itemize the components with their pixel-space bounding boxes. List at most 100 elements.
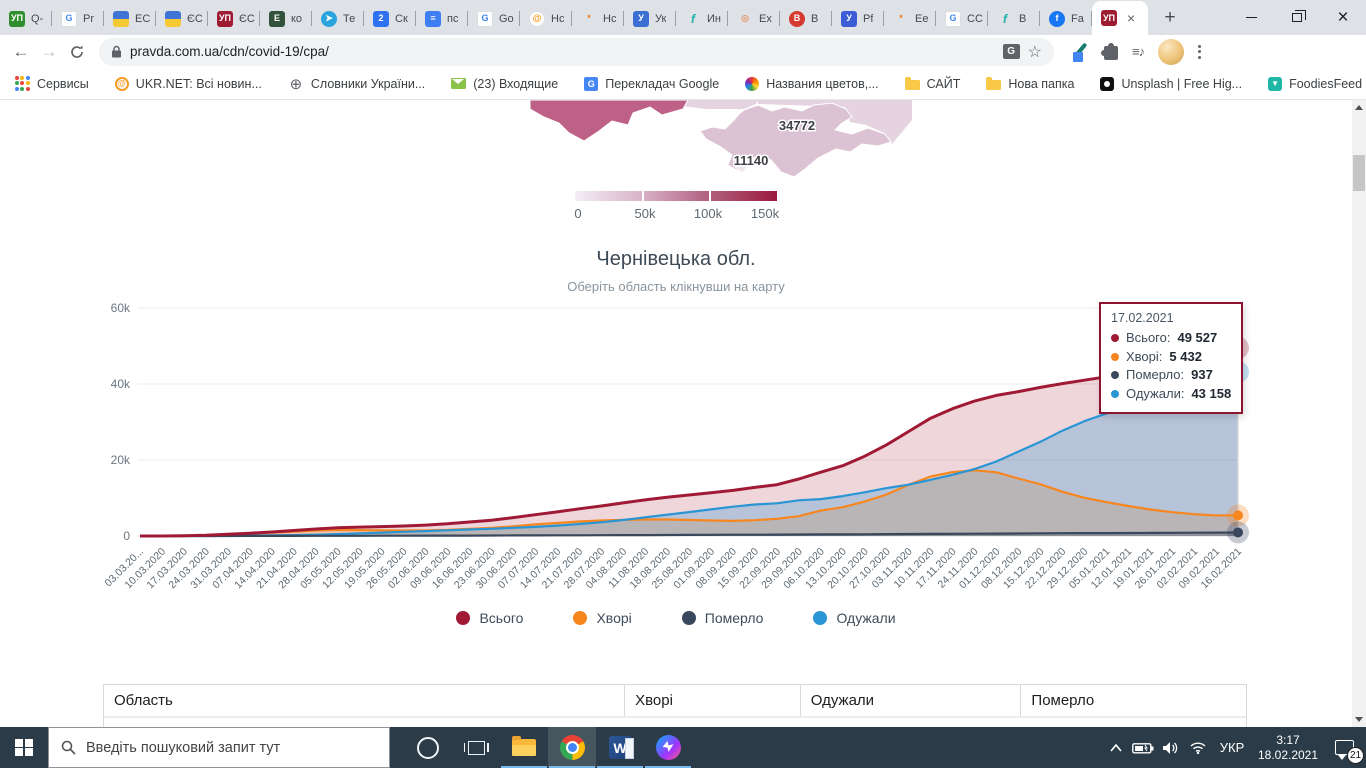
chart-legend: Всього Хворі Померло Одужали [0,610,1352,626]
browser-tab[interactable]: *Нс [572,2,624,35]
browser-tab[interactable]: ◎Ex [728,2,780,35]
tab-favicon-icon: B [789,11,805,27]
browser-menu-icon[interactable] [1198,45,1201,59]
network-button[interactable] [1185,727,1211,768]
messenger-icon [656,735,681,760]
browser-tab[interactable]: УПQ- [0,2,52,35]
map-region[interactable] [683,100,758,109]
bookmark-item[interactable]: ▼FoodiesFeed - Free... [1268,77,1366,91]
scroll-down-icon[interactable] [1355,717,1363,722]
back-button[interactable]: ← [7,42,35,62]
scrollbar[interactable] [1352,100,1366,727]
scrollbar-thumb[interactable] [1353,155,1365,191]
colorpicker-extension-icon[interactable] [1072,43,1090,61]
address-bar[interactable]: pravda.com.ua/cdn/covid-19/cpa/ G ☆ [99,38,1054,66]
tray-expand-button[interactable] [1103,727,1129,768]
browser-tab[interactable]: GGо [468,2,520,35]
browser-tab[interactable]: fВ [988,2,1040,35]
series-dot-icon [1111,390,1119,398]
tab-favicon-icon [113,11,129,27]
browser-tab[interactable]: УPf [832,2,884,35]
browser-tab[interactable]: @Нс [520,2,572,35]
battery-button[interactable] [1129,727,1157,768]
bookmark-item[interactable]: ⊕Словники України... [288,76,425,92]
chart-subtitle: Оберіть область клікнувши на карту [0,279,1352,294]
bookmark-item[interactable]: @UKR.NET: Всі новин... [115,77,262,91]
volume-button[interactable] [1157,727,1185,768]
map-color-scale [575,191,777,201]
y-axis-tick: 60k [111,301,131,315]
browser-tab[interactable]: 2Ск [364,2,416,35]
tooltip-row: Всього: 49 527 [1111,329,1231,348]
tooltip-label: Одужали: [1126,385,1184,404]
task-view-button[interactable] [452,727,500,768]
tab-title: Нс [603,13,616,25]
browser-tab[interactable]: GСС [936,2,988,35]
ukraine-map[interactable]: 34772 11140 [500,100,912,185]
bookmark-item[interactable]: САЙТ [905,77,961,91]
word-button[interactable]: W [596,727,644,768]
new-tab-button[interactable]: + [1156,4,1184,32]
legend-item[interactable]: Всього [456,610,523,626]
scale-tick: 150k [751,206,779,221]
browser-tab[interactable]: ЕС [104,2,156,35]
bookmark-label: Сервисы [37,77,89,91]
forward-button[interactable]: → [35,42,63,62]
browser-tab[interactable]: BВ [780,2,832,35]
bookmark-label: (23) Входящие [473,77,558,91]
bookmark-item[interactable]: GПерекладач Google [584,77,719,91]
media-queue-icon[interactable]: ≡♪ [1132,44,1144,59]
bookmark-item[interactable]: Нова папка [986,77,1074,91]
legend-item[interactable]: Померло [682,610,764,626]
chart-title: Чернівецька обл. [0,248,1352,271]
legend-item[interactable]: Одужали [813,610,895,626]
tab-close-icon[interactable]: × [1127,10,1135,26]
scroll-up-icon[interactable] [1355,105,1363,110]
file-explorer-button[interactable] [500,727,548,768]
browser-tab[interactable]: ➤Те [312,2,364,35]
tab-favicon-icon: У [633,11,649,27]
tab-title: ЄС [239,13,255,25]
taskbar-clock[interactable]: 3:17 18.02.2021 [1253,727,1323,768]
browser-tab[interactable]: fИн [676,2,728,35]
messenger-button[interactable] [644,727,692,768]
profile-avatar[interactable] [1158,39,1184,65]
start-button[interactable] [0,727,48,768]
browser-tab[interactable]: Eко [260,2,312,35]
browser-tab-active[interactable]: УП × [1092,1,1148,35]
extensions-puzzle-icon[interactable] [1104,46,1118,60]
tab-favicon-icon: f [685,11,701,27]
chrome-button[interactable] [548,727,596,768]
browser-tab[interactable]: *Ее [884,2,936,35]
bookmark-item[interactable]: Unsplash | Free Hig... [1100,77,1242,91]
tooltip-label: Всього: [1126,329,1170,348]
translate-icon[interactable]: G [1003,44,1020,59]
tab-title: В [1019,13,1026,25]
browser-tab[interactable]: GPr [52,2,104,35]
window-restore-button[interactable] [1274,0,1320,35]
window-minimize-button[interactable] [1228,0,1274,35]
tab-title: Ex [759,13,772,25]
browser-tab[interactable]: УПЄС [208,2,260,35]
notification-center-button[interactable]: 21 [1323,727,1366,768]
browser-tab[interactable]: fFa [1040,2,1092,35]
bookmark-star-icon[interactable]: ☆ [1028,42,1042,62]
taskbar-search-input[interactable]: Введіть пошуковий запит тут [48,727,390,768]
window-close-button[interactable]: × [1320,0,1366,35]
colors-icon [745,77,759,91]
tab-favicon-icon: У [841,11,857,27]
legend-item[interactable]: Хворі [573,610,631,626]
language-indicator[interactable]: УКР [1211,727,1253,768]
browser-tab[interactable]: ЄС [156,2,208,35]
apps-icon [14,76,30,92]
browser-tab[interactable]: ≡пс [416,2,468,35]
cortana-button[interactable] [404,727,452,768]
bookmark-item[interactable]: Сервисы [14,76,89,92]
bookmark-item[interactable]: (23) Входящие [451,77,558,91]
tab-title: Ук [655,13,666,25]
reload-button[interactable] [63,44,91,60]
browser-tab[interactable]: У Ук [624,2,676,35]
bookmark-item[interactable]: Названия цветов,... [745,77,878,91]
map-region[interactable] [530,100,688,141]
tab-strip: УПQ-GPrЕСЄСУПЄСEко➤Те2Ск≡псGGо@Нс*НсУУкf… [0,0,1366,35]
